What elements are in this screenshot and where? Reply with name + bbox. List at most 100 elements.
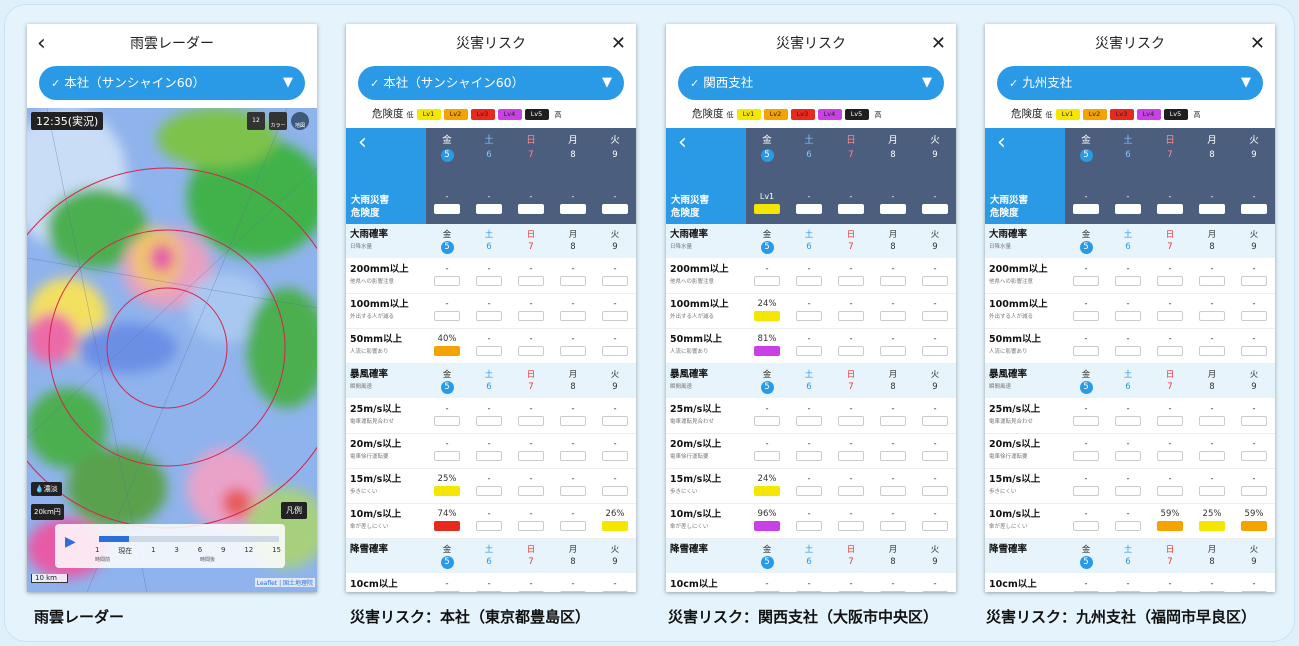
risk-cell: - xyxy=(552,294,594,328)
legend-button[interactable]: 凡例 xyxy=(281,502,307,519)
prev-week-chevron-icon[interactable]: ‹ xyxy=(666,128,746,188)
row-label: 20m/s以上 電車徐行運転要 xyxy=(670,439,722,460)
risk-cell: 26% xyxy=(594,504,636,538)
risk-bar xyxy=(560,591,586,592)
level-chip-lv3: Lv3 xyxy=(470,108,495,120)
risk-value: - xyxy=(1084,439,1088,449)
radar-map-graphic xyxy=(27,108,317,592)
risk-bar xyxy=(796,451,822,461)
risk-value: - xyxy=(807,509,811,519)
risk-bar xyxy=(1241,591,1267,592)
risk-row: 15m/s以上 歩きにくい 25% - - - - xyxy=(346,469,636,504)
prev-week-chevron-icon[interactable]: ‹ xyxy=(985,128,1065,188)
day-col-0: 金5 xyxy=(426,224,468,258)
risk-cell: - xyxy=(914,469,956,503)
color-toggle-icon[interactable]: カラー xyxy=(269,112,287,130)
risk-row: 15m/s以上 歩きにくい - - - - - xyxy=(985,469,1275,504)
risk-cell: - xyxy=(468,294,510,328)
risk-cell: - xyxy=(552,574,594,592)
risk-bar xyxy=(476,486,502,496)
risk-cell: - xyxy=(746,259,788,293)
back-arrow-icon[interactable]: ‹ xyxy=(37,24,46,64)
map-globe-icon[interactable]: 地図 xyxy=(291,112,309,130)
risk-value: - xyxy=(933,299,937,309)
tl-label: 15 xyxy=(272,546,281,554)
play-icon[interactable]: ▶ xyxy=(65,534,76,550)
risk-cell: - xyxy=(1149,259,1191,293)
risk-row: 25m/s以上 電車運転見合わせ - - - - - xyxy=(666,399,956,434)
layer-icon[interactable]: 12 xyxy=(247,112,265,130)
heavy-cell: - xyxy=(552,188,594,224)
risk-bar xyxy=(838,416,864,426)
risk-cell: - xyxy=(552,399,594,433)
risk-value: - xyxy=(1126,474,1130,484)
day-number: 8 xyxy=(890,242,896,252)
risk-bar xyxy=(880,276,906,286)
heavy-bar xyxy=(1157,204,1183,214)
timeline-panel[interactable]: ▶ 1 現在 1 3 6 9 12 15 時間前 時間後 xyxy=(55,524,285,568)
day-number: 8 xyxy=(890,382,896,392)
location-selector[interactable]: ✓ 本社（サンシャイン60） ▼ xyxy=(39,66,305,100)
risk-cell: - xyxy=(426,434,468,468)
risk-row: 10m/s以上 傘が差しにくい 74% - - - 26% xyxy=(346,504,636,539)
header-day-0: 金5 xyxy=(440,135,454,162)
day-number: 6 xyxy=(1125,382,1131,392)
risk-value: - xyxy=(1126,579,1130,589)
heavy-bar xyxy=(560,204,586,214)
tl-sub: 時間後 xyxy=(199,557,215,563)
risk-cell: - xyxy=(914,329,956,363)
section-wind: 暴風確率 瞬間風速金 5 土 6 日 7 月 8 火 9 xyxy=(666,364,956,399)
risk-cell: - xyxy=(1107,504,1149,538)
risk-bar xyxy=(1115,276,1141,286)
row-label: 25m/s以上 電車運転見合わせ xyxy=(670,404,722,425)
risk-bar xyxy=(1073,486,1099,496)
risk-bar xyxy=(602,416,628,426)
section-wind: 暴風確率 瞬間風速金 5 土 6 日 7 月 8 火 9 xyxy=(985,364,1275,399)
close-icon[interactable]: ✕ xyxy=(611,24,626,64)
radar-map[interactable]: 12:35(実況) 12 カラー 地図 💧濃淡 20km円 凡例 ▶ 1 現在 … xyxy=(27,108,317,592)
risk-bar xyxy=(1199,346,1225,356)
risk-bar xyxy=(838,591,864,592)
risk-bar xyxy=(754,311,780,321)
risk-value: - xyxy=(529,334,533,344)
risk-cell: - xyxy=(914,294,956,328)
risk-value: - xyxy=(891,474,895,484)
timeline-progress xyxy=(99,536,129,542)
day-col-3: 月8 xyxy=(872,224,914,258)
risk-cell: - xyxy=(830,399,872,433)
risk-bar xyxy=(1199,521,1225,531)
risk-cell: - xyxy=(468,329,510,363)
risk-cell: - xyxy=(788,504,830,538)
location-selector[interactable]: ✓ 本社（サンシャイン60） ▼ xyxy=(358,66,624,100)
risk-bar xyxy=(1073,521,1099,531)
day-col-4: 火9 xyxy=(1233,539,1275,573)
risk-cell: - xyxy=(510,329,552,363)
risk-bar xyxy=(1157,311,1183,321)
risk-value: - xyxy=(445,404,449,414)
risk-bar xyxy=(922,451,948,461)
close-icon[interactable]: ✕ xyxy=(931,24,946,64)
prev-week-chevron-icon[interactable]: ‹ xyxy=(346,128,426,188)
tl-label: 現在 xyxy=(118,547,133,555)
risk-bar xyxy=(796,521,822,531)
location-selector[interactable]: ✓ 九州支社 ▼ xyxy=(997,66,1263,100)
heavy-cell: - xyxy=(788,188,830,224)
risk-cell: - xyxy=(1191,399,1233,433)
risk-bar xyxy=(922,521,948,531)
risk-value: - xyxy=(849,299,853,309)
intensity-toggle[interactable]: 💧濃淡 xyxy=(31,482,62,496)
timeline-track[interactable] xyxy=(99,536,279,542)
risk-cell: - xyxy=(830,504,872,538)
risk-bar xyxy=(1073,346,1099,356)
close-icon[interactable]: ✕ xyxy=(1250,24,1265,64)
circle-toggle[interactable]: 20km円 xyxy=(31,504,64,520)
row-label: 100mm以上 外出する人が減る xyxy=(989,299,1048,320)
risk-value: - xyxy=(571,509,575,519)
location-selector[interactable]: ✓ 関西支社 ▼ xyxy=(678,66,944,100)
heavy-bar xyxy=(838,204,864,214)
day-col-1: 土6 xyxy=(1107,224,1149,258)
tl-label: 12 xyxy=(244,546,254,554)
risk-bar xyxy=(1241,416,1267,426)
risk-value: - xyxy=(849,509,853,519)
risk-value: - xyxy=(1252,439,1256,449)
